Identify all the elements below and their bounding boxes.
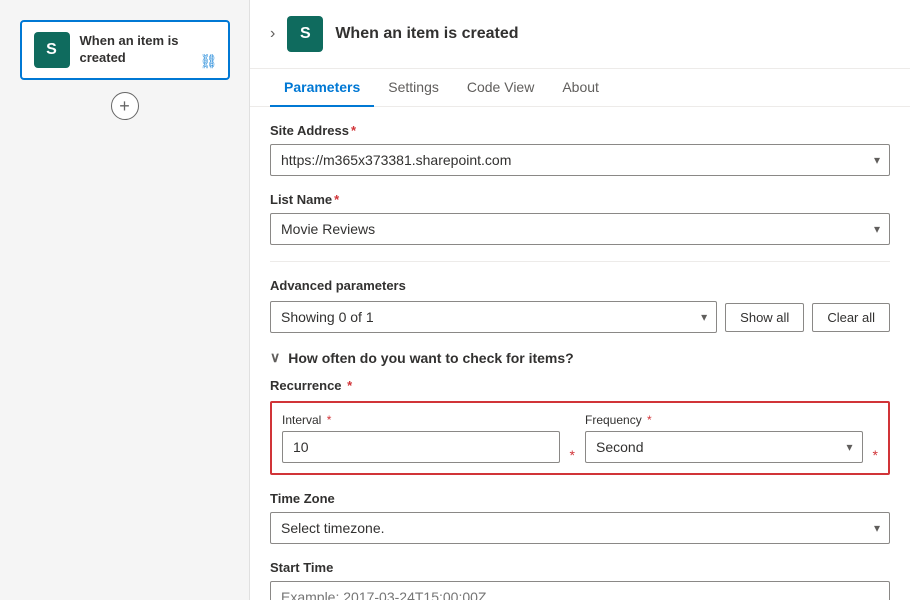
list-name-field: List Name* Movie Reviews ▾ [270,192,890,245]
content-area: Site Address* https://m365x373381.sharep… [250,107,910,600]
recurrence-collapse-icon[interactable]: ∨ [270,349,280,366]
breadcrumb-chevron-icon[interactable]: › [270,25,275,43]
link-icon: ⛓ [200,53,218,70]
advanced-params-row: Showing 0 of 1 ▾ Show all Clear all [270,301,890,333]
right-header: › S When an item is created [250,0,910,69]
trigger-icon: S [34,32,70,68]
start-time-label: Start Time [270,560,890,575]
trigger-card[interactable]: S When an item is created ⛓ [20,20,230,80]
site-address-label: Site Address* [270,123,890,138]
advanced-params-dropdown-wrapper: Showing 0 of 1 ▾ [270,301,717,333]
frequency-dropdown[interactable]: Second [585,431,863,463]
tab-code-view[interactable]: Code View [453,69,548,107]
recurrence-header: ∨ How often do you want to check for ite… [270,349,890,366]
interval-field: Interval * [282,413,560,463]
advanced-params-dropdown[interactable]: Showing 0 of 1 [270,301,717,333]
show-all-button[interactable]: Show all [725,303,804,332]
site-address-field: Site Address* https://m365x373381.sharep… [270,123,890,176]
tab-parameters[interactable]: Parameters [270,69,374,107]
divider [270,261,890,262]
right-panel: › S When an item is created Parameters S… [250,0,910,600]
timezone-label: Time Zone [270,491,890,506]
tab-settings[interactable]: Settings [374,69,453,107]
recurrence-section-title: How often do you want to check for items… [288,350,573,366]
timezone-dropdown-wrapper: Select timezone. ▾ [270,512,890,544]
interval-asterisk: * [570,447,575,463]
trigger-title: When an item is created [80,33,216,67]
list-name-label: List Name* [270,192,890,207]
start-time-input[interactable] [270,581,890,600]
site-address-dropdown[interactable]: https://m365x373381.sharepoint.com [270,144,890,176]
recurrence-label: Recurrence * [270,378,890,393]
tabs-bar: Parameters Settings Code View About [250,69,910,107]
page-title: When an item is created [335,25,518,43]
recurrence-section: ∨ How often do you want to check for ite… [270,349,890,475]
list-name-dropdown-wrapper: Movie Reviews ▾ [270,213,890,245]
advanced-params-section: Advanced parameters Showing 0 of 1 ▾ Sho… [270,278,890,333]
site-address-dropdown-wrapper: https://m365x373381.sharepoint.com ▾ [270,144,890,176]
list-name-dropdown[interactable]: Movie Reviews [270,213,890,245]
interval-label: Interval * [282,413,560,427]
recurrence-fields: Interval * * Frequency * Second [282,413,878,463]
timezone-dropdown[interactable]: Select timezone. [270,512,890,544]
clear-all-button[interactable]: Clear all [812,303,890,332]
header-icon: S [287,16,323,52]
frequency-field: Frequency * Second ▾ [585,413,863,463]
frequency-label: Frequency * [585,413,863,427]
start-time-field: Start Time [270,560,890,600]
timezone-field: Time Zone Select timezone. ▾ [270,491,890,544]
add-step-button[interactable]: + [111,92,139,120]
tab-about[interactable]: About [548,69,613,107]
advanced-params-label: Advanced parameters [270,278,890,293]
frequency-asterisk: * [873,447,878,463]
frequency-dropdown-wrapper: Second ▾ [585,431,863,463]
left-panel: S When an item is created ⛓ + [0,0,250,600]
recurrence-box: Interval * * Frequency * Second [270,401,890,475]
interval-input[interactable] [282,431,560,463]
